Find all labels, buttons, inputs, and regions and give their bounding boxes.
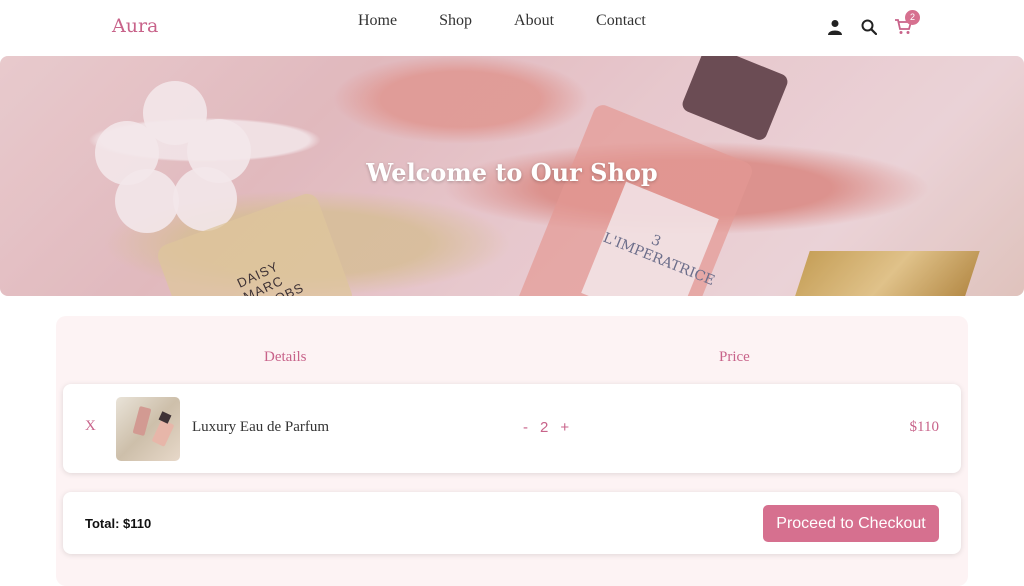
cart-panel: Details Price X Luxury Eau de Parfum - 2… (56, 316, 968, 586)
product-name[interactable]: Luxury Eau de Parfum (192, 419, 329, 436)
search-icon[interactable] (860, 18, 878, 36)
nav-link-home[interactable]: Home (358, 12, 397, 30)
column-header-price: Price (719, 349, 750, 365)
quantity-value: 2 (540, 419, 549, 436)
nav-link-about[interactable]: About (514, 12, 554, 30)
hero-banner: DAISY MARC JACOBS 3 L'IMPERATRICE Welcom… (0, 56, 1024, 296)
product-thumbnail[interactable] (116, 397, 180, 461)
remove-item-button[interactable]: X (85, 418, 96, 435)
cart-count-badge: 2 (905, 10, 920, 25)
cart-summary: Total: $110 Proceed to Checkout (63, 492, 961, 554)
cart-total: Total: $110 (85, 516, 152, 531)
brand-logo[interactable]: Aura (112, 15, 158, 37)
nav-icons: 2 (826, 10, 928, 36)
proceed-to-checkout-button[interactable]: Proceed to Checkout (763, 505, 939, 542)
nav-link-shop[interactable]: Shop (439, 12, 472, 30)
increase-quantity-button[interactable]: + (558, 419, 571, 436)
top-navbar: Aura Home Shop About Contact 2 (0, 0, 1024, 56)
nav-link-contact[interactable]: Contact (596, 12, 646, 30)
column-header-details: Details (264, 349, 307, 365)
cart-item-row: X Luxury Eau de Parfum - 2 + $110 (63, 384, 961, 473)
quantity-stepper: - 2 + (521, 419, 571, 436)
user-icon[interactable] (826, 18, 844, 36)
hero-title: Welcome to Our Shop (366, 158, 658, 187)
main-menu: Home Shop About Contact (358, 12, 688, 30)
cart-button[interactable]: 2 (894, 10, 920, 36)
decrease-quantity-button[interactable]: - (521, 419, 530, 436)
item-price: $110 (909, 419, 939, 435)
